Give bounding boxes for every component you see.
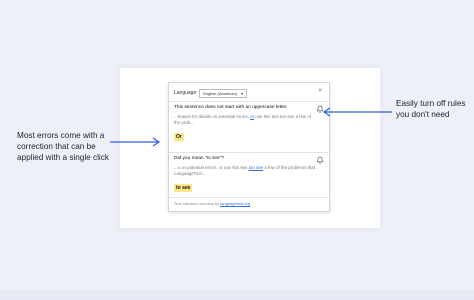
issue-context: ...hrases for details on potential error… (174, 114, 324, 125)
language-label: Language (174, 90, 197, 96)
callout-right: Easily turn off rules you don't need (396, 99, 466, 119)
issue-item: Did you mean "to see"? ...s on potential… (174, 156, 324, 194)
bottom-strip (0, 290, 474, 300)
popup-footer: Text checked remotely by languagetool.or… (174, 201, 250, 206)
context-highlight: or (250, 114, 255, 119)
issue-title: Did you mean "to see"? (174, 156, 225, 161)
languagetool-popup: Language English (American) ▾ × This sen… (168, 82, 330, 212)
footer-link[interactable]: languagetool.org (220, 201, 250, 206)
context-text: ...hrases for details on potential error… (174, 114, 249, 119)
suggestion-button[interactable]: Or (174, 133, 184, 142)
divider (169, 152, 329, 153)
callout-left: Most errors come with a correction that … (17, 131, 109, 162)
popup-header: Language English (American) ▾ × (174, 88, 324, 98)
divider (169, 197, 329, 198)
suggestion-button[interactable]: to see (174, 184, 193, 193)
language-select[interactable]: English (American) ▾ (199, 88, 248, 98)
arrow-left-icon (322, 107, 392, 117)
bell-icon[interactable] (316, 156, 324, 164)
issue-item: This sentence does not start with an upp… (174, 105, 324, 143)
language-select-value: English (American) (203, 90, 238, 96)
close-button[interactable]: × (318, 88, 322, 94)
arrow-right-icon (110, 137, 161, 147)
footer-text: Text checked remotely by (174, 201, 220, 206)
issue-title: This sentence does not start with an upp… (174, 105, 287, 110)
issue-context: ...s on potential errors. or use this te… (174, 165, 324, 176)
chevron-down-icon: ▾ (241, 90, 244, 96)
context-highlight: too see (248, 165, 264, 170)
context-text: ...s on potential errors. or use this te… (174, 165, 248, 170)
divider (169, 101, 329, 102)
